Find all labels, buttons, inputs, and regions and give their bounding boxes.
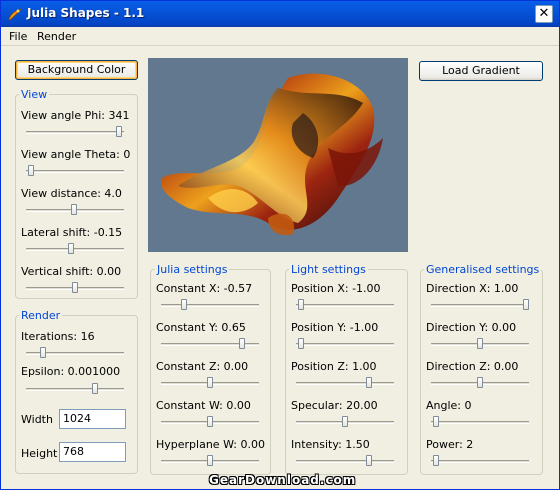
slider-thumb[interactable]	[298, 299, 304, 310]
menu-file[interactable]: File	[9, 30, 27, 43]
intensity-slider[interactable]	[296, 455, 394, 467]
slider-thumb[interactable]	[477, 377, 483, 388]
direction-z-label: Direction Z: 0.00	[426, 360, 519, 373]
constant-x-slider[interactable]	[161, 299, 259, 311]
constant-y-slider[interactable]	[161, 338, 259, 350]
menu-bar: File Render	[1, 27, 559, 46]
slider-thumb[interactable]	[28, 165, 34, 176]
direction-z-slider[interactable]	[431, 377, 529, 389]
angle-label: Angle: 0	[426, 399, 472, 412]
power-slider[interactable]	[431, 455, 529, 467]
julia-settings-label: Julia settings	[155, 263, 230, 276]
view-phi-slider[interactable]	[26, 126, 124, 138]
lateral-shift-slider[interactable]	[26, 243, 124, 255]
constant-z-slider[interactable]	[161, 377, 259, 389]
load-gradient-button[interactable]: Load Gradient	[419, 61, 543, 81]
fractal-preview	[148, 58, 408, 252]
position-z-label: Position Z: 1.00	[291, 360, 377, 373]
close-button[interactable]: ✕	[535, 5, 553, 23]
slider-thumb[interactable]	[207, 377, 213, 388]
render-group-label: Render	[19, 309, 63, 322]
position-x-slider[interactable]	[296, 299, 394, 311]
slider-thumb[interactable]	[477, 338, 483, 349]
fractal-image	[161, 73, 383, 236]
intensity-label: Intensity: 1.50	[291, 438, 370, 451]
vertical-shift-label: Vertical shift: 0.00	[21, 265, 122, 278]
view-distance-label: View distance: 4.0	[21, 187, 122, 200]
slider-thumb[interactable]	[68, 243, 74, 254]
window-title: Julia Shapes - 1.1	[27, 6, 145, 20]
width-input[interactable]: 1024	[59, 409, 126, 429]
view-group-label: View	[19, 88, 50, 101]
constant-w-slider[interactable]	[161, 416, 259, 428]
slider-thumb[interactable]	[298, 338, 304, 349]
slider-thumb[interactable]	[433, 455, 439, 466]
specular-slider[interactable]	[296, 416, 394, 428]
position-y-label: Position Y: -1.00	[291, 321, 379, 334]
view-distance-slider[interactable]	[26, 204, 124, 216]
light-settings-label: Light settings	[289, 263, 368, 276]
slider-thumb[interactable]	[72, 282, 78, 293]
power-label: Power: 2	[426, 438, 474, 451]
direction-x-slider[interactable]	[431, 299, 529, 311]
generalised-settings-label: Generalised settings	[424, 263, 542, 276]
iterations-slider[interactable]	[26, 347, 124, 359]
slider-thumb[interactable]	[181, 299, 187, 310]
view-phi-label: View angle Phi: 341	[21, 109, 130, 122]
title-bar[interactable]: Julia Shapes - 1.1 ✕	[1, 1, 559, 27]
direction-y-slider[interactable]	[431, 338, 529, 350]
height-input[interactable]: 768	[59, 442, 126, 462]
constant-w-label: Constant W: 0.00	[156, 399, 251, 412]
hyperplane-w-slider[interactable]	[161, 455, 259, 467]
watermark: GearDownload.com	[209, 473, 357, 487]
close-icon: ✕	[538, 6, 550, 21]
slider-thumb[interactable]	[523, 299, 529, 310]
position-z-slider[interactable]	[296, 377, 394, 389]
constant-z-label: Constant Z: 0.00	[156, 360, 249, 373]
direction-x-label: Direction X: 1.00	[426, 282, 519, 295]
background-color-button[interactable]: Background Color	[15, 60, 138, 80]
slider-thumb[interactable]	[207, 416, 213, 427]
slider-thumb[interactable]	[92, 383, 98, 394]
slider-thumb[interactable]	[433, 416, 439, 427]
slider-thumb[interactable]	[40, 347, 46, 358]
width-label: Width	[21, 413, 53, 426]
constant-y-label: Constant Y: 0.65	[156, 321, 246, 334]
epsilon-slider[interactable]	[26, 383, 124, 395]
vertical-shift-slider[interactable]	[26, 282, 124, 294]
slider-thumb[interactable]	[366, 455, 372, 466]
app-window: Julia Shapes - 1.1 ✕ File Render Backgro…	[0, 0, 560, 490]
angle-slider[interactable]	[431, 416, 529, 428]
epsilon-label: Epsilon: 0.001000	[21, 365, 121, 378]
position-y-slider[interactable]	[296, 338, 394, 350]
view-theta-slider[interactable]	[26, 165, 124, 177]
position-x-label: Position X: -1.00	[291, 282, 381, 295]
lateral-shift-label: Lateral shift: -0.15	[21, 226, 123, 239]
menu-render[interactable]: Render	[37, 30, 76, 43]
slider-thumb[interactable]	[342, 416, 348, 427]
iterations-label: Iterations: 16	[21, 330, 95, 343]
julia-app-icon	[8, 8, 23, 21]
slider-thumb[interactable]	[239, 338, 245, 349]
direction-y-label: Direction Y: 0.00	[426, 321, 517, 334]
hyperplane-w-label: Hyperplane W: 0.00	[156, 438, 265, 451]
height-label: Height	[21, 447, 58, 460]
view-theta-label: View angle Theta: 0	[21, 148, 131, 161]
specular-label: Specular: 20.00	[291, 399, 378, 412]
constant-x-label: Constant X: -0.57	[156, 282, 253, 295]
slider-thumb[interactable]	[116, 126, 122, 137]
slider-thumb[interactable]	[71, 204, 77, 215]
slider-thumb[interactable]	[366, 377, 372, 388]
slider-thumb[interactable]	[207, 455, 213, 466]
